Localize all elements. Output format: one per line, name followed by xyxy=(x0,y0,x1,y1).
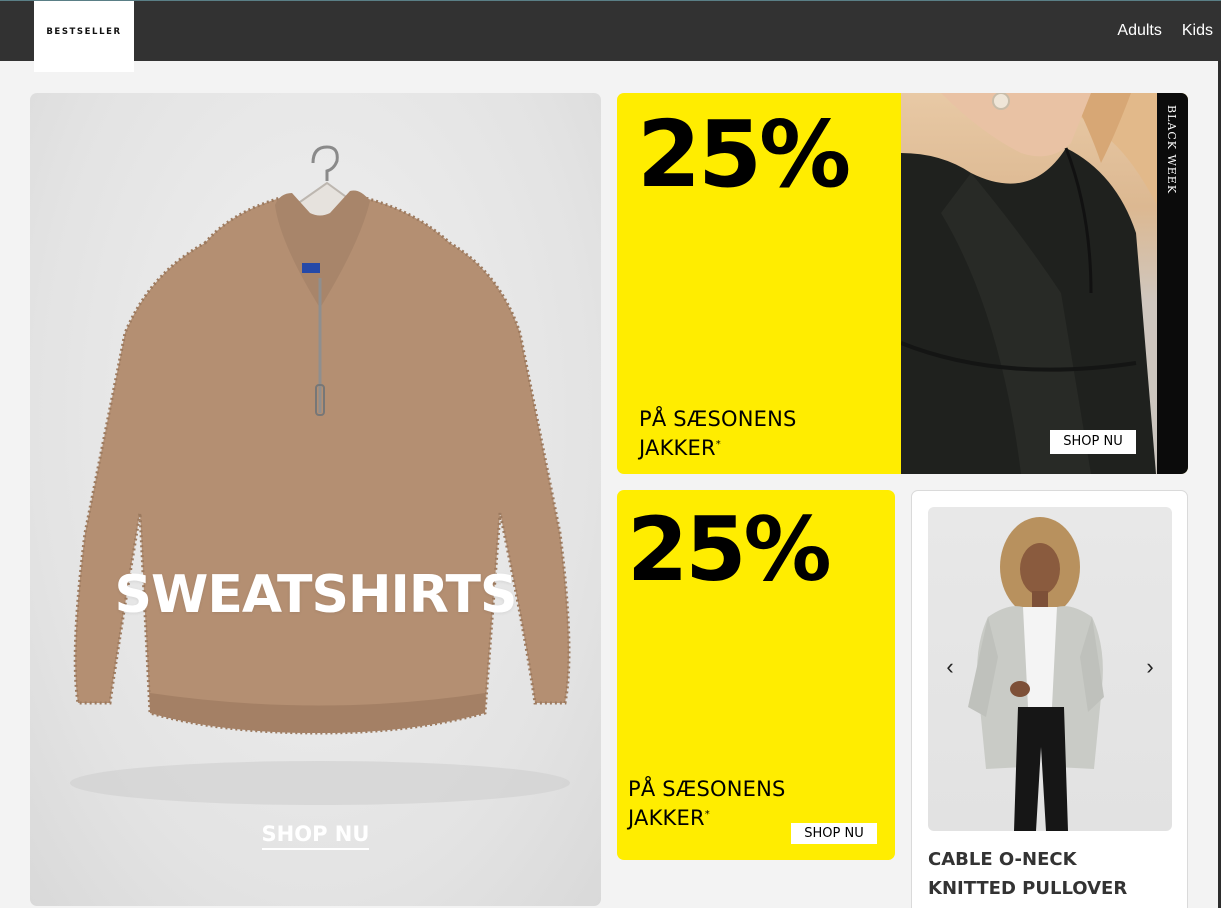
product-image-carousel[interactable]: ‹ › xyxy=(928,507,1172,831)
black-week-badge: BLACK WEEK xyxy=(1157,93,1188,474)
hero-cta-wrap: SHOP NU xyxy=(30,822,601,850)
hero-title: SWEATSHIRTS xyxy=(114,565,518,625)
main-nav: Adults Kids xyxy=(1117,22,1213,40)
bestseller-logo[interactable]: BESTSELLER xyxy=(34,1,134,72)
promo-text-line2: JAKKER xyxy=(628,806,705,830)
logo-text: BESTSELLER xyxy=(46,26,122,37)
discount-percent: 25% xyxy=(637,101,851,208)
product-name[interactable]: CABLE O-NECK KNITTED PULLOVER xyxy=(928,845,1168,903)
coat-image xyxy=(901,93,1161,474)
sweatshirts-banner[interactable]: SWEATSHIRTS SHOP NU xyxy=(30,93,601,906)
coat-model-photo: BLACK WEEK xyxy=(901,93,1188,474)
promo-text: PÅ SÆSONENS JAKKER* xyxy=(628,777,786,831)
shop-now-link[interactable]: SHOP NU xyxy=(261,822,370,850)
jackets-promo-banner-small[interactable]: 25% PÅ SÆSONENS JAKKER* SHOP NU xyxy=(617,490,895,860)
carousel-prev-arrow[interactable]: ‹ xyxy=(940,652,960,682)
sweatshirt-image xyxy=(70,145,571,805)
top-navigation-bar: BESTSELLER Adults Kids xyxy=(0,0,1221,72)
promo-text-line1: PÅ SÆSONENS xyxy=(639,407,797,431)
promo-asterisk: * xyxy=(715,439,721,450)
discount-percent: 25% xyxy=(627,498,832,601)
jackets-promo-banner[interactable]: 25% PÅ SÆSONENS JAKKER* BLACK WEEK SHOP … xyxy=(617,93,1188,474)
carousel-next-arrow[interactable]: › xyxy=(1140,652,1160,682)
promo-asterisk: * xyxy=(704,809,710,820)
nav-link-adults[interactable]: Adults xyxy=(1117,22,1161,40)
shop-now-button[interactable]: SHOP NU xyxy=(791,823,877,844)
nav-link-kids[interactable]: Kids xyxy=(1182,22,1213,40)
product-card[interactable]: ‹ › CABLE O-NECK KNITTED PULLOVER xyxy=(911,490,1188,908)
promo-text-line1: PÅ SÆSONENS xyxy=(628,777,786,801)
shop-now-button[interactable]: SHOP NU xyxy=(1050,430,1136,454)
promo-text: PÅ SÆSONENS JAKKER* xyxy=(639,407,797,461)
promo-text-line2: JAKKER xyxy=(639,436,716,460)
black-week-label: BLACK WEEK xyxy=(1165,105,1178,195)
product-photo xyxy=(968,517,1104,831)
